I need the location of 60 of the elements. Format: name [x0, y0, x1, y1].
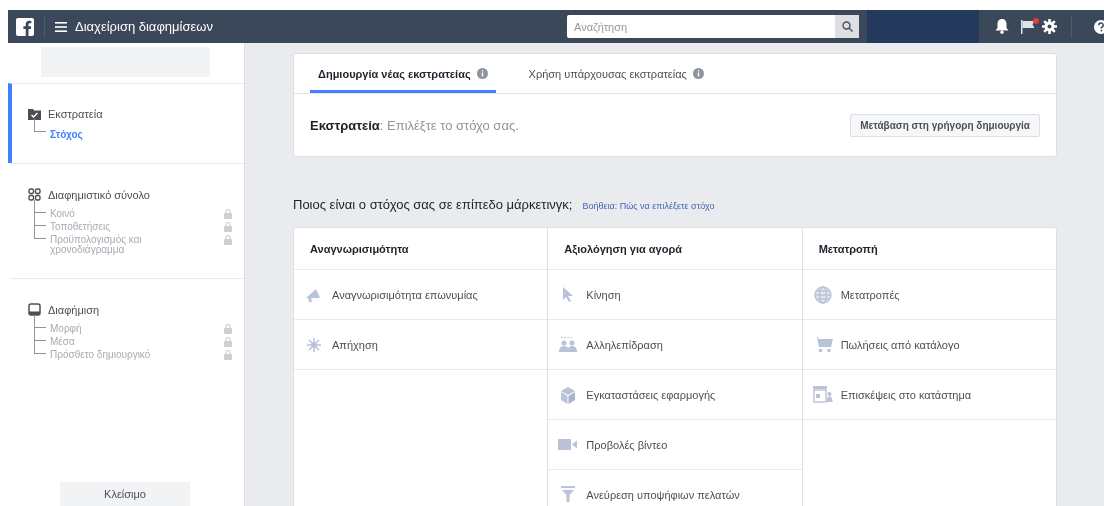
info-icon — [692, 68, 704, 79]
search-icon — [841, 21, 853, 32]
info-icon — [476, 68, 488, 79]
column-heading: Μετατροπή — [802, 228, 1056, 270]
section-title[interactable]: Διαφημιστικό σύνολο — [48, 188, 150, 201]
network-icon — [305, 335, 323, 354]
tree-connector — [34, 226, 46, 239]
settings-icon[interactable] — [1042, 19, 1057, 34]
objective-option[interactable]: Μετατροπές — [802, 270, 1056, 320]
help-link[interactable]: Βοήθεια: Πώς να επιλέξετε στόχο — [582, 201, 715, 211]
objective-option[interactable]: Κίνηση — [548, 270, 802, 320]
lock-icon — [224, 235, 232, 245]
grid-icon — [28, 188, 41, 201]
search-button[interactable] — [835, 15, 859, 38]
section-title[interactable]: Εκστρατεία — [48, 108, 103, 120]
tree-connector — [34, 213, 46, 226]
menu-icon[interactable] — [55, 21, 67, 32]
objective-option[interactable]: Εγκαταστάσεις εφαρμογής — [548, 370, 802, 420]
funnel-icon — [561, 486, 576, 503]
people-icon — [559, 336, 578, 353]
flag-icon[interactable] — [1021, 19, 1036, 34]
tree-connector — [34, 328, 46, 341]
video-camera-icon — [558, 438, 579, 451]
campaign-prompt: Εκστρατεία: Επιλέξτε το στόχο σας. — [310, 117, 519, 133]
objective-option[interactable]: Ανεύρεση υποψήφιων πελατών — [548, 470, 802, 506]
objective-option[interactable]: Επισκέψεις στο κατάστημα — [802, 370, 1056, 420]
lock-icon — [224, 337, 232, 347]
objective-option[interactable]: Αναγνωρισιμότητα επωνυμίας — [294, 270, 548, 320]
quick-creation-button[interactable]: Μετάβαση στη γρήγορη δημιουργία — [850, 113, 1040, 137]
screen-icon — [28, 303, 41, 316]
lock-icon — [224, 222, 232, 232]
globe-icon — [813, 285, 832, 304]
objective-option[interactable]: Αλληλεπίδραση — [548, 320, 802, 370]
goal-question: Ποιος είναι ο στόχος σας σε επίπεδο μάρκετινγκ; — [293, 197, 573, 212]
bell-icon[interactable] — [995, 19, 1009, 34]
lock-icon — [224, 209, 232, 219]
close-button[interactable]: Κλείσιμο — [60, 482, 190, 506]
objective-option[interactable]: Προβολές βίντεο — [548, 420, 802, 470]
tree-connector — [34, 315, 46, 328]
tab[interactable]: Χρήση υπάρχουσας εκστρατείας — [520, 54, 712, 93]
search-field[interactable]: Αναζήτηση — [567, 15, 835, 38]
app-title: Διαχείριση διαφημίσεων — [75, 19, 213, 34]
step-item[interactable]: Στόχος — [50, 126, 83, 140]
megaphone-icon — [305, 286, 323, 303]
store-icon — [812, 386, 833, 403]
tree-connector — [34, 119, 46, 132]
column-heading: Αναγνωρισιμότητα — [294, 228, 548, 270]
cube-icon — [560, 385, 577, 404]
column-heading: Αξιολόγηση για αγορά — [548, 228, 802, 270]
tree-connector — [34, 200, 46, 213]
tree-connector — [34, 341, 46, 354]
lock-icon — [224, 324, 232, 334]
section-title[interactable]: Διαφήμιση — [48, 303, 100, 316]
lock-icon — [224, 350, 232, 360]
folder-icon — [28, 108, 41, 120]
facebook-logo-icon[interactable] — [16, 17, 34, 36]
help-icon[interactable] — [1094, 19, 1104, 34]
objective-option[interactable]: Πωλήσεις από κατάλογο — [802, 320, 1056, 370]
objective-option[interactable]: Απήχηση — [294, 320, 548, 370]
tab[interactable]: Δημιουργία νέας εκστρατείας — [310, 54, 496, 93]
